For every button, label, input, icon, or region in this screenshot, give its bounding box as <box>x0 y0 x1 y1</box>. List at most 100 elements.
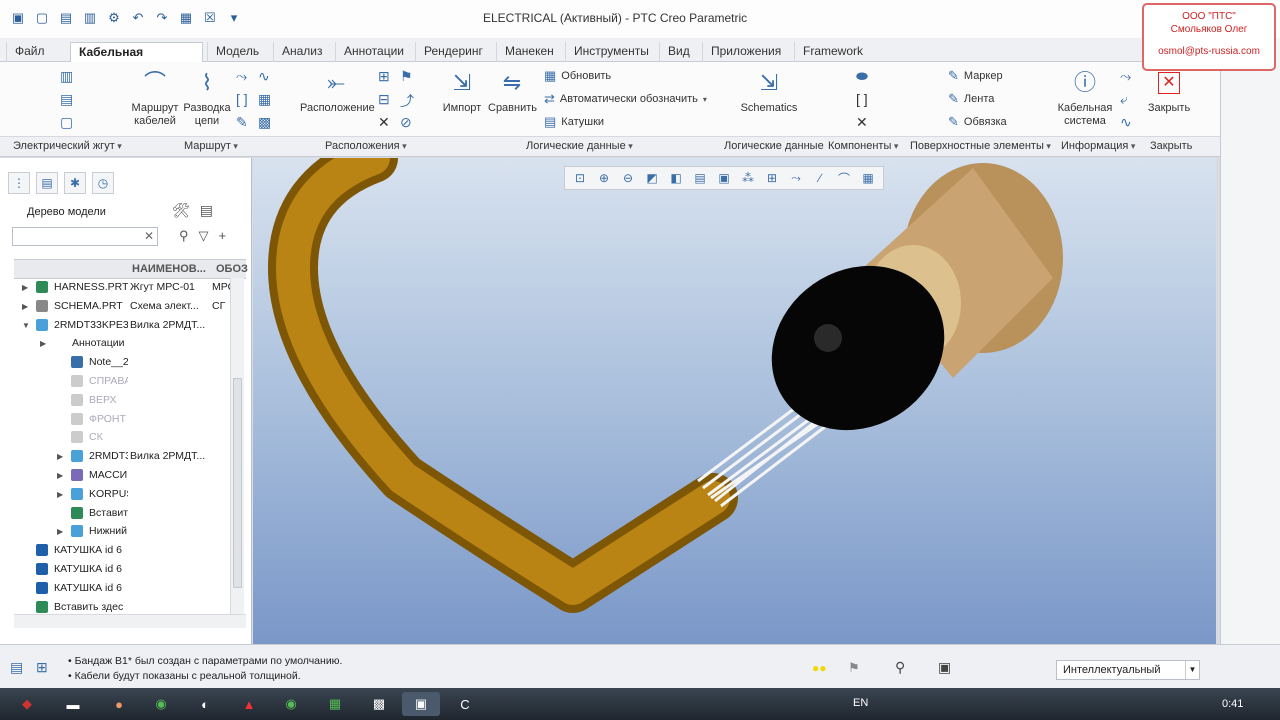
tree-hscroll[interactable] <box>14 614 246 628</box>
tree-row[interactable]: ▶ SCHEMA.PRT Схема элект... СГ <box>14 297 232 316</box>
edit-route-icon[interactable]: ✎ <box>236 114 248 131</box>
tree-expand-icon[interactable]: ▼ <box>22 316 30 335</box>
tree-row[interactable]: КАТУШКА id 6 <box>14 541 232 560</box>
tab-manikin[interactable]: Манекен <box>496 42 562 62</box>
view-manager-icon[interactable]: ▣ <box>713 169 735 187</box>
regenerate-icon[interactable]: ⚙ <box>104 8 124 28</box>
cable-system-button[interactable]: ⓘ Кабельная система <box>1056 68 1114 128</box>
browser-toggle-icon[interactable]: ⊞ <box>36 659 48 676</box>
tree-row[interactable]: ▶ HARNESS.PRTЖгут МРС-01 МРС <box>14 278 232 297</box>
refit-icon[interactable]: ⊡ <box>569 169 591 187</box>
tree-row[interactable]: ▼ 2RMDT33KPE3 Вилка 2РМДТ... <box>14 316 232 335</box>
creo-taskbar-icon[interactable]: ▣ <box>402 692 440 716</box>
tree-row[interactable]: ▶ Нижний ко <box>14 522 232 541</box>
add-icon[interactable]: + <box>219 228 227 244</box>
auto-label-button[interactable]: ⇄ Автоматически обозначить ▾ <box>544 91 707 107</box>
group-logical-data-2[interactable]: Логические данные <box>724 140 824 152</box>
group-locations[interactable]: Расположения <box>325 140 407 152</box>
repaint-icon[interactable]: ◩ <box>641 169 663 187</box>
taskbar-app-2-icon[interactable]: ◐ <box>186 692 224 716</box>
tab-framework[interactable]: Framework <box>794 42 871 62</box>
clear-search-icon[interactable]: ✕ <box>144 229 154 243</box>
marker-button[interactable]: ✎ Маркер <box>948 68 1003 84</box>
tree-row[interactable]: ▶ 2RMDT33KВилка 2РМДТ... <box>14 447 232 466</box>
datum-display-icon[interactable]: ⊞ <box>761 169 783 187</box>
update-button[interactable]: ▦ Обновить <box>544 68 611 84</box>
tree-row[interactable]: СК <box>14 428 232 447</box>
info-tool-2-icon[interactable]: ⤶ <box>1120 91 1128 108</box>
delete-location-icon[interactable]: ✕ <box>378 114 390 131</box>
taskbar-app-6-icon[interactable]: C <box>446 692 484 716</box>
tab-rendering[interactable]: Рендеринг <box>415 42 491 62</box>
component-icon[interactable]: ⬬ <box>856 68 868 85</box>
flag-icon[interactable]: ⚑ <box>400 68 413 85</box>
tab-file[interactable]: Файл <box>6 42 53 62</box>
tab-applications[interactable]: Приложения <box>702 42 789 62</box>
wire-display-icon[interactable]: ∕ <box>809 169 831 187</box>
binding-button[interactable]: ✎ Обвязка <box>948 114 1007 130</box>
chrome-icon[interactable]: ◉ <box>142 692 180 716</box>
panel-toggle-icon[interactable]: ▤ <box>10 659 23 676</box>
taskbar-app-4-icon[interactable]: ▦ <box>316 692 354 716</box>
tree-expand-icon[interactable]: ▶ <box>57 466 63 485</box>
col-code-header[interactable]: ОБОЗ <box>216 263 248 275</box>
col-name-header[interactable]: НАИМЕНОВ... <box>132 263 206 275</box>
tab-model[interactable]: Модель <box>207 42 267 62</box>
tab-cabling[interactable]: Кабельная система <box>70 42 203 77</box>
branch-icon[interactable]: ⤴ <box>400 91 414 111</box>
location-tool-2-icon[interactable]: ⊟ <box>378 91 390 108</box>
info-tool-3-icon[interactable]: ∿ <box>1120 114 1132 131</box>
tree-expand-icon[interactable]: ▶ <box>22 297 28 316</box>
tree-row[interactable]: Note__22 <box>14 353 232 372</box>
language-indicator[interactable]: EN <box>853 697 868 709</box>
tree-row[interactable]: СПРАВА <box>14 372 232 391</box>
network-icon[interactable]: ▦ <box>258 91 271 108</box>
tree-row[interactable]: ФРОНТ <box>14 410 232 429</box>
zoom-out-icon[interactable]: ⊖ <box>617 169 639 187</box>
taskbar-app-3-icon[interactable]: ◉ <box>272 692 310 716</box>
close-button[interactable]: ✕ Закрыть <box>1144 68 1194 115</box>
tree-columns-icon[interactable]: ▤ <box>200 202 213 219</box>
thickness-display-icon[interactable]: ⌒ <box>833 169 855 187</box>
import-button[interactable]: ⇲ Импорт <box>440 68 484 115</box>
app-icon[interactable]: ▣ <box>8 8 28 28</box>
taskbar-app-5-icon[interactable]: ▩ <box>360 692 398 716</box>
new-icon[interactable]: ▢ <box>32 8 52 28</box>
spools-button[interactable]: ▤ Катушки <box>544 114 604 130</box>
tree-row[interactable]: ВЕРХ <box>14 391 232 410</box>
tree-row[interactable]: КАТУШКА id 6 <box>14 579 232 598</box>
route-cables-button[interactable]: ⌒ Маршрут кабелей <box>130 68 180 128</box>
group-close[interactable]: Закрыть <box>1150 140 1192 152</box>
tab-analysis[interactable]: Анализ <box>273 42 331 62</box>
filter-icon[interactable]: ▽ <box>199 228 209 244</box>
selection-filter-select[interactable]: Интеллектуальный ▼ <box>1056 660 1200 680</box>
route-tool-icon[interactable]: ⤳ <box>236 68 247 85</box>
customize-toolbar-icon[interactable]: ▾ <box>224 8 244 28</box>
group-route[interactable]: Маршрут <box>184 140 238 152</box>
info-tool-1-icon[interactable]: ⤳ <box>1120 68 1131 85</box>
tree-row[interactable]: ▶ Аннотации <box>14 334 232 353</box>
firefox-icon[interactable]: ● <box>100 692 138 716</box>
saved-views-icon[interactable]: ▤ <box>689 169 711 187</box>
taskbar-app-1-icon[interactable]: ▬ <box>54 692 92 716</box>
wave-icon[interactable]: ∿ <box>258 68 270 85</box>
find-icon[interactable]: ⚲ <box>179 228 189 244</box>
tree-expand-icon[interactable]: ▶ <box>57 447 63 466</box>
component-delete-icon[interactable]: ✕ <box>856 114 868 131</box>
redo-icon[interactable]: ↷ <box>152 8 172 28</box>
start-icon[interactable]: ◆ <box>4 692 50 716</box>
zoom-in-icon[interactable]: ⊕ <box>593 169 615 187</box>
tree-search-input[interactable] <box>12 227 158 246</box>
tab-view[interactable]: Вид <box>659 42 698 62</box>
group-logical-data[interactable]: Логические данные <box>526 140 633 152</box>
tree-vscroll[interactable] <box>230 278 244 616</box>
tree-expand-icon[interactable]: ▶ <box>57 485 63 504</box>
tape-button[interactable]: ✎ Лента <box>948 91 994 107</box>
annotation-display-icon[interactable]: ▦ <box>857 169 879 187</box>
tree-vscroll-thumb[interactable] <box>233 378 242 588</box>
windows-icon[interactable]: ▦ <box>176 8 196 28</box>
component-bracket-icon[interactable]: [ ] <box>856 91 868 107</box>
undo-icon[interactable]: ↶ <box>128 8 148 28</box>
tree-expand-icon[interactable]: ▶ <box>40 334 46 353</box>
model-tree-tab-icon[interactable]: ⋮ <box>8 172 30 194</box>
